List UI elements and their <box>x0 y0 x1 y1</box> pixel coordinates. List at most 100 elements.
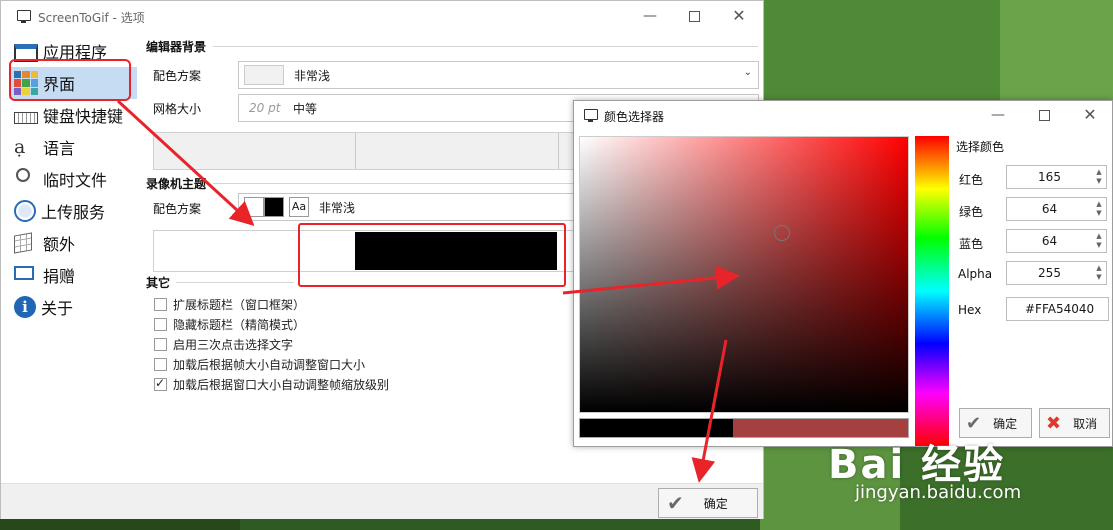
checkbox[interactable] <box>154 318 167 331</box>
grid-size-label: 网格大小 <box>153 102 202 116</box>
color-picker-window: 颜色选择器 — ✕ 选择颜色 红色 165 ▲ ▼ 绿色 64 ▲ ▼ 蓝色 64 … <box>573 100 1113 447</box>
check-icon: ✔ <box>966 412 982 434</box>
check-extend-titlebar[interactable]: 扩展标题栏（窗口框架） <box>154 296 305 313</box>
editor-scheme-value: 非常浅 <box>294 68 331 83</box>
picker-cancel-label: 取消 <box>1073 416 1098 431</box>
checkbox-label: 启用三次点击选择文字 <box>173 338 294 352</box>
maximize-button[interactable] <box>1032 104 1056 126</box>
hex-input[interactable]: #FFA54040 <box>1006 297 1109 321</box>
app-monitor-icon <box>17 10 31 23</box>
window-title: ScreenToGif - 选项 <box>38 11 145 25</box>
check-hide-titlebar[interactable]: 隐藏标题栏（精简模式） <box>154 316 305 333</box>
green-input[interactable]: 64 ▲ ▼ <box>1006 197 1107 221</box>
annotation-highlight-interface <box>9 59 131 101</box>
checkbox-label: 隐藏标题栏（精简模式） <box>173 318 306 332</box>
check-auto-zoom[interactable]: 加载后根据窗口大小自动调整帧缩放级别 <box>154 376 389 393</box>
sidebar-item-language[interactable]: ạ 语言 <box>9 131 137 163</box>
minimize-button[interactable]: — <box>986 104 1010 126</box>
font-sample: Aa <box>289 197 309 217</box>
red-label: 红色 <box>959 173 984 187</box>
picker-cancel-button[interactable]: ✖ 取消 <box>1039 408 1110 438</box>
editor-scheme-label: 配色方案 <box>153 69 202 83</box>
checkbox[interactable] <box>154 358 167 371</box>
app-monitor-icon <box>584 109 598 122</box>
sidebar-item-label: 临时文件 <box>43 171 108 190</box>
title-bar[interactable]: ScreenToGif - 选项 — ✕ <box>1 1 763 33</box>
recorder-scheme-value: 非常浅 <box>319 200 356 215</box>
maximize-button[interactable] <box>682 5 706 27</box>
editor-scheme-combo[interactable]: 非常浅 ⌄ <box>238 61 759 89</box>
check-icon: ✔ <box>667 491 684 515</box>
sidebar-item-label: 语言 <box>43 139 76 158</box>
ok-button[interactable]: ✔ 确定 <box>658 488 758 518</box>
old-color-swatch <box>580 419 733 437</box>
baidu-watermark-url: jingyan.baidu.com <box>855 482 1022 503</box>
sidebar-item-donate[interactable]: 捐赠 <box>9 259 137 291</box>
other-heading: 其它 <box>146 276 171 290</box>
picker-title: 颜色选择器 <box>604 110 665 124</box>
keyboard-icon <box>14 112 38 124</box>
globe-icon <box>14 200 36 222</box>
maximize-icon <box>688 10 700 22</box>
close-button[interactable]: ✕ <box>1078 104 1102 126</box>
green-value: 64 <box>1041 202 1058 216</box>
sidebar-item-extras[interactable]: 额外 <box>9 227 137 259</box>
ok-button-label: 确定 <box>703 496 728 511</box>
blue-label: 蓝色 <box>959 237 984 251</box>
recorder-scheme-label: 配色方案 <box>153 202 202 216</box>
maximize-icon <box>1038 109 1050 121</box>
grid-size-value: 中等 <box>293 101 318 116</box>
language-icon: ạ <box>14 136 26 158</box>
close-x-icon: ✖ <box>1046 412 1062 434</box>
editor-bg-heading: 编辑器背景 <box>146 40 207 54</box>
close-button[interactable]: ✕ <box>727 5 751 27</box>
spin-arrows-icon[interactable]: ▲ ▼ <box>1092 232 1106 250</box>
check-triple-click[interactable]: 启用三次点击选择文字 <box>154 336 293 353</box>
spin-arrows-icon[interactable]: ▲ ▼ <box>1092 264 1106 282</box>
cube-icon <box>14 231 38 255</box>
info-icon: i <box>14 296 36 318</box>
red-input[interactable]: 165 ▲ ▼ <box>1006 165 1107 189</box>
section-divider <box>176 282 294 283</box>
sidebar-item-label: 额外 <box>43 235 76 254</box>
color-cursor[interactable] <box>774 225 790 241</box>
sidebar-item-label: 关于 <box>41 299 74 318</box>
grid-size-pt: 20 pt <box>249 101 281 115</box>
annotation-highlight-preview <box>298 223 566 287</box>
checkbox-label: 扩展标题栏（窗口框架） <box>173 298 306 312</box>
picker-title-bar[interactable]: 颜色选择器 — ✕ <box>574 101 1112 131</box>
saturation-value-area[interactable] <box>579 136 909 413</box>
chevron-down-icon: ⌄ <box>743 67 752 78</box>
checkbox[interactable] <box>154 376 167 391</box>
sidebar-item-label: 上传服务 <box>41 203 106 222</box>
alpha-label: Alpha <box>958 267 993 281</box>
checkbox-label: 加载后根据窗口大小自动调整帧缩放级别 <box>173 378 390 392</box>
sidebar-item-about[interactable]: i 关于 <box>9 291 137 323</box>
sidebar-item-temp-files[interactable]: 临时文件 <box>9 163 137 195</box>
footer-bar <box>1 483 763 519</box>
sidebar-item-label: 键盘快捷键 <box>43 107 124 126</box>
scheme-swatch <box>244 65 284 85</box>
check-auto-resize-window[interactable]: 加载后根据帧大小自动调整窗口大小 <box>154 356 365 373</box>
spin-arrows-icon[interactable]: ▲ ▼ <box>1092 200 1106 218</box>
checkbox[interactable] <box>154 298 167 311</box>
alpha-value: 255 <box>1038 266 1061 280</box>
recorder-theme-heading: 录像机主题 <box>146 177 207 191</box>
checkbox[interactable] <box>154 338 167 351</box>
green-label: 绿色 <box>959 205 984 219</box>
sidebar-item-shortcuts[interactable]: 键盘快捷键 <box>9 99 137 131</box>
section-divider <box>213 46 758 47</box>
alpha-input[interactable]: 255 ▲ ▼ <box>1006 261 1107 285</box>
donate-icon <box>14 263 38 287</box>
red-value: 165 <box>1038 170 1061 184</box>
sidebar-item-label: 捐赠 <box>43 267 76 286</box>
hex-label: Hex <box>958 303 982 317</box>
picker-ok-label: 确定 <box>993 416 1018 431</box>
sidebar-item-upload[interactable]: 上传服务 <box>9 195 137 227</box>
blue-input[interactable]: 64 ▲ ▼ <box>1006 229 1107 253</box>
checkbox-label: 加载后根据帧大小自动调整窗口大小 <box>173 358 366 372</box>
spin-arrows-icon[interactable]: ▲ ▼ <box>1092 168 1106 186</box>
hue-slider[interactable] <box>915 136 949 446</box>
minimize-button[interactable]: — <box>638 5 662 27</box>
clock-icon <box>14 167 38 191</box>
